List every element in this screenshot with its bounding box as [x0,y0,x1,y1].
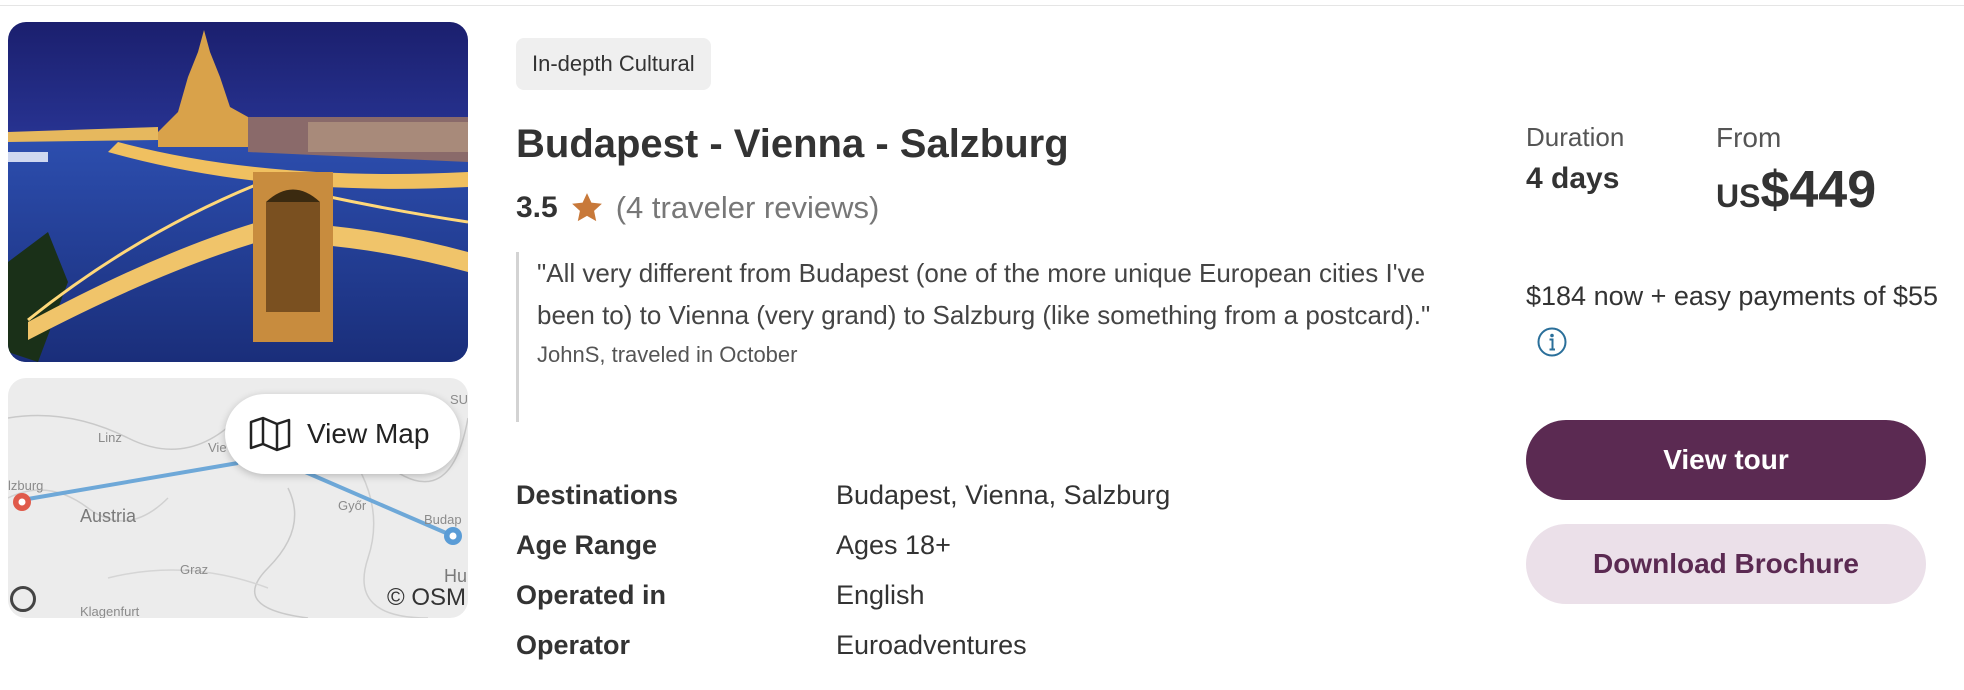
detail-label: Operated in [516,579,667,610]
detail-row-operator: Operator Euroadventures [516,620,1170,670]
quote-text: "All very different from Budapest (one o… [537,258,1431,330]
detail-label: Destinations [516,479,679,510]
map-label-su: SU [450,392,468,407]
view-tour-button[interactable]: View tour [1526,420,1926,500]
tour-title[interactable]: Budapest - Vienna - Salzburg [516,122,1069,167]
info-icon[interactable] [1536,326,1568,358]
detail-value: Euroadventures [836,629,1027,660]
map-label-linz: Linz [98,430,122,445]
review-quote: "All very different from Budapest (one o… [516,252,1456,422]
duration-label: Duration [1526,122,1625,152]
location-icon [10,586,36,612]
price-currency: US [1716,178,1761,214]
detail-row-age-range: Age Range Ages 18+ [516,520,1170,570]
tour-map[interactable]: Linz Vie Austria Graz Győr Budap Hu Klag… [8,378,468,618]
map-label-klagenfurt: Klagenfurt [80,604,140,618]
download-brochure-button[interactable]: Download Brochure [1526,524,1926,604]
map-label-graz: Graz [180,562,209,577]
detail-value: Budapest, Vienna, Salzburg [836,479,1171,510]
map-label-salzburg: lzburg [8,478,44,493]
map-label-vienna: Vie [208,440,227,455]
detail-value: English [836,579,925,610]
quote-author: JohnS, traveled in October [537,342,798,367]
payment-plan-text: $184 now + easy payments of $55 [1526,281,1939,311]
budapest-night-photo [8,22,468,362]
map-label-budapest: Budap [424,512,462,527]
map-label-austria: Austria [80,506,137,526]
price-from-label: From [1716,122,1782,153]
duration-value: 4 days [1526,162,1620,195]
reviews-link[interactable]: (4 traveler reviews) [616,190,880,226]
map-attribution[interactable]: © OSM [387,584,466,612]
top-divider [0,0,1964,6]
detail-label: Age Range [516,529,658,560]
detail-value: Ages 18+ [836,529,951,560]
rating-row: 3.5 (4 traveler reviews) [516,190,879,226]
map-label-gyor: Győr [338,498,367,513]
tour-details: Destinations Budapest, Vienna, Salzburg … [516,470,1170,670]
detail-row-language: Operated in English [516,570,1170,620]
tour-photo[interactable] [8,22,468,362]
rating-value: 3.5 [516,191,558,224]
star-icon [571,193,602,222]
detail-label: Operator [516,629,631,660]
price: US$449 [1716,160,1876,220]
view-map-button[interactable]: View Map [225,394,460,474]
price-amount: $449 [1760,161,1877,219]
payment-plan: $184 now + easy payments of $55 [1526,274,1946,362]
map-icon [249,416,291,452]
tour-category-tag: In-depth Cultural [516,38,711,90]
view-map-label: View Map [307,418,430,449]
detail-row-destinations: Destinations Budapest, Vienna, Salzburg [516,470,1170,520]
